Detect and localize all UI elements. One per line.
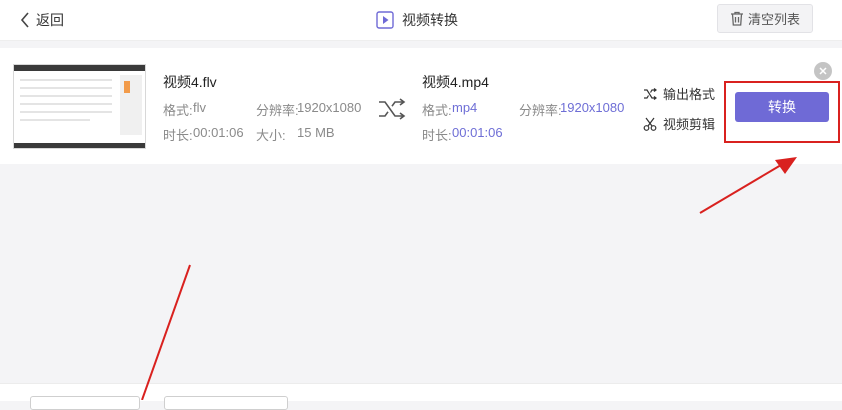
source-duration-value: 00:01:06 <box>193 125 244 140</box>
source-size-label: 大小: <box>256 128 286 143</box>
target-resolution-value[interactable]: 1920x1080 <box>560 100 624 115</box>
trash-icon <box>730 11 743 26</box>
header-bar: 返回 视频转换 清空列表 <box>0 0 842 41</box>
target-duration-label: 时长: <box>422 128 452 143</box>
file-list-item: 视频4.flv 格式: flv 分辨率: 1920x1080 时长: 00:01… <box>0 48 842 164</box>
close-icon <box>819 67 827 75</box>
target-format-value[interactable]: mp4 <box>452 100 477 115</box>
source-size-value: 15 MB <box>297 125 335 140</box>
back-label: 返回 <box>36 12 64 28</box>
target-duration-value: 00:01:06 <box>452 125 503 140</box>
bottom-button-2[interactable] <box>164 396 288 410</box>
convert-arrow-icon <box>379 98 406 120</box>
output-format-option[interactable]: 输出格式 <box>643 84 715 103</box>
annotation-arrow-lower <box>141 264 191 400</box>
clear-list-button[interactable]: 清空列表 <box>717 4 813 33</box>
target-format-label: 格式: <box>422 103 452 118</box>
back-button[interactable]: 返回 <box>20 9 64 31</box>
target-resolution-label: 分辨率: <box>519 103 562 118</box>
video-thumbnail <box>13 64 146 149</box>
source-file-name: 视频4.flv <box>163 74 217 90</box>
clear-list-label: 清空列表 <box>747 12 800 27</box>
page-title: 视频转换 <box>376 9 458 31</box>
page-title-label: 视频转换 <box>402 12 458 28</box>
source-resolution-label: 分辨率: <box>256 103 299 118</box>
convert-button[interactable]: 转换 <box>735 92 829 122</box>
play-icon <box>376 11 394 29</box>
chevron-left-icon <box>20 12 29 28</box>
scissors-icon <box>643 117 657 131</box>
shuffle-icon <box>644 87 657 100</box>
source-format-label: 格式: <box>163 103 193 118</box>
video-edit-label: 视频剪辑 <box>663 117 716 132</box>
source-duration-label: 时长: <box>163 128 193 143</box>
annotation-arrow-upper <box>699 164 782 214</box>
output-format-label: 输出格式 <box>663 87 716 102</box>
remove-item-button[interactable] <box>814 62 832 80</box>
source-format-value: flv <box>193 100 206 115</box>
video-edit-option[interactable]: 视频剪辑 <box>643 114 715 133</box>
source-resolution-value: 1920x1080 <box>297 100 362 115</box>
bottom-button-1[interactable] <box>30 396 140 410</box>
target-file-name: 视频4.mp4 <box>422 74 489 90</box>
